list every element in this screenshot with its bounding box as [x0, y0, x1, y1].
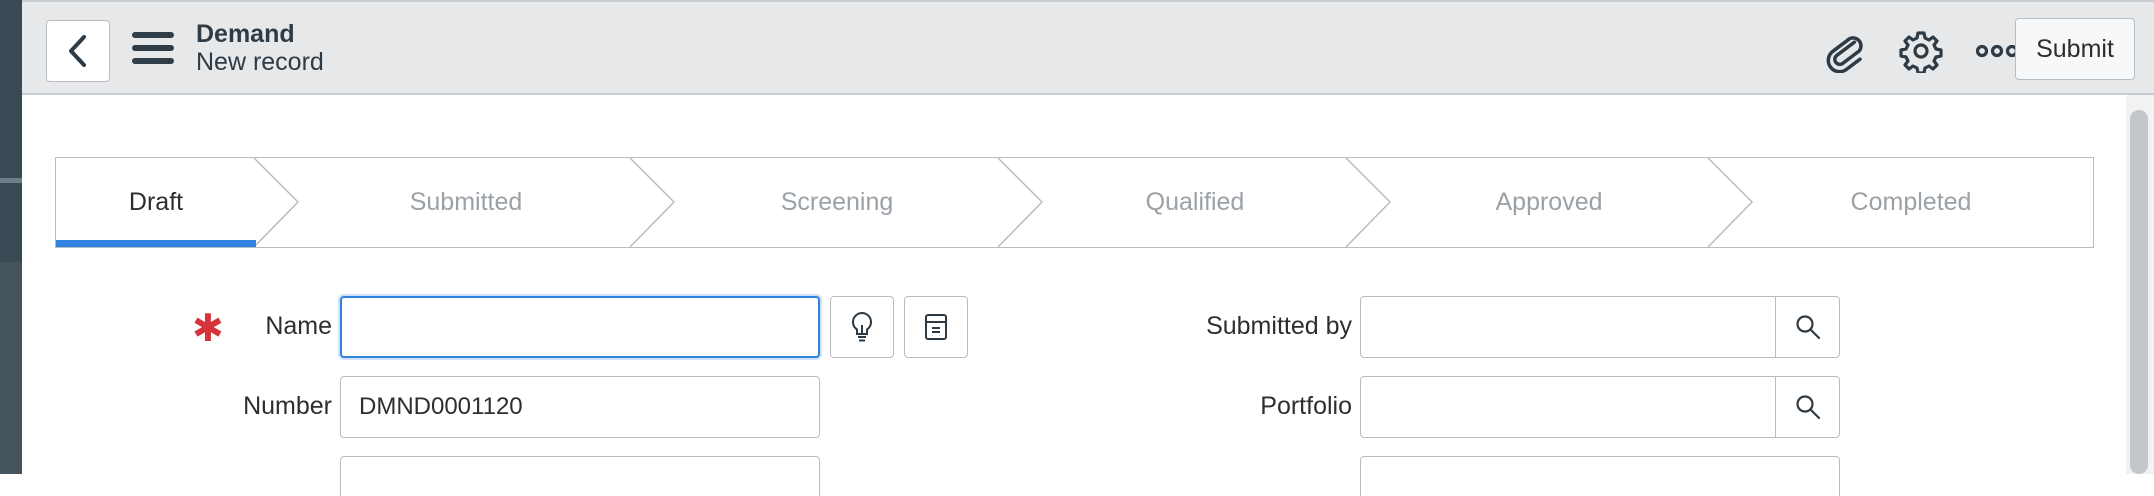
- number-field[interactable]: DMND0001120: [340, 376, 820, 438]
- hamburger-menu-icon[interactable]: [132, 32, 174, 68]
- portfolio-label: Portfolio: [1260, 392, 1352, 420]
- stage-draft[interactable]: Draft: [56, 158, 256, 247]
- name-field[interactable]: [340, 296, 820, 358]
- next-ref-field-partial[interactable]: [1360, 456, 1840, 496]
- more-options-icon[interactable]: [1974, 28, 2020, 74]
- submitted-by-field[interactable]: [1360, 296, 1840, 358]
- submit-button[interactable]: Submit: [2015, 18, 2135, 80]
- form-app: Demand New record Submit Draft Submitted…: [22, 0, 2154, 496]
- paperclip-icon[interactable]: [1822, 28, 1868, 74]
- page-title: Demand: [196, 20, 295, 48]
- stage-approved[interactable]: Approved: [1368, 158, 1730, 247]
- back-arrow-icon: [69, 35, 86, 67]
- next-field-partial[interactable]: [340, 456, 820, 496]
- scrollbar-thumb[interactable]: [2130, 110, 2148, 474]
- portfolio-field[interactable]: [1360, 376, 1840, 438]
- stage-screening[interactable]: Screening: [652, 158, 1022, 247]
- lightbulb-icon: [851, 311, 873, 342]
- stage-submitted[interactable]: Submitted: [276, 158, 656, 247]
- name-label: Name: [265, 312, 332, 340]
- search-icon: [1795, 395, 1820, 420]
- form-header: Demand New record Submit: [22, 0, 2154, 95]
- nav-shell-edge: [0, 0, 22, 474]
- stage-qualified[interactable]: Qualified: [1020, 158, 1370, 247]
- required-indicator: ✱: [192, 308, 224, 350]
- stage-completed[interactable]: Completed: [1730, 158, 2092, 247]
- submitted-by-search-button[interactable]: [1775, 297, 1839, 357]
- page-subtitle: New record: [196, 48, 324, 76]
- gear-icon[interactable]: [1898, 28, 1944, 74]
- submitted-by-label: Submitted by: [1206, 312, 1352, 340]
- search-icon: [1795, 315, 1820, 340]
- back-button[interactable]: [46, 20, 110, 82]
- number-label: Number: [243, 392, 332, 420]
- record-title: Demand New record: [196, 20, 324, 76]
- active-stage-indicator: [56, 240, 256, 247]
- process-flow: Draft Submitted Screening Qualified Appr…: [55, 157, 2094, 248]
- archive-icon: [925, 314, 947, 340]
- suggestion-button[interactable]: [830, 296, 894, 358]
- record-lookup-button[interactable]: [904, 296, 968, 358]
- portfolio-search-button[interactable]: [1775, 377, 1839, 437]
